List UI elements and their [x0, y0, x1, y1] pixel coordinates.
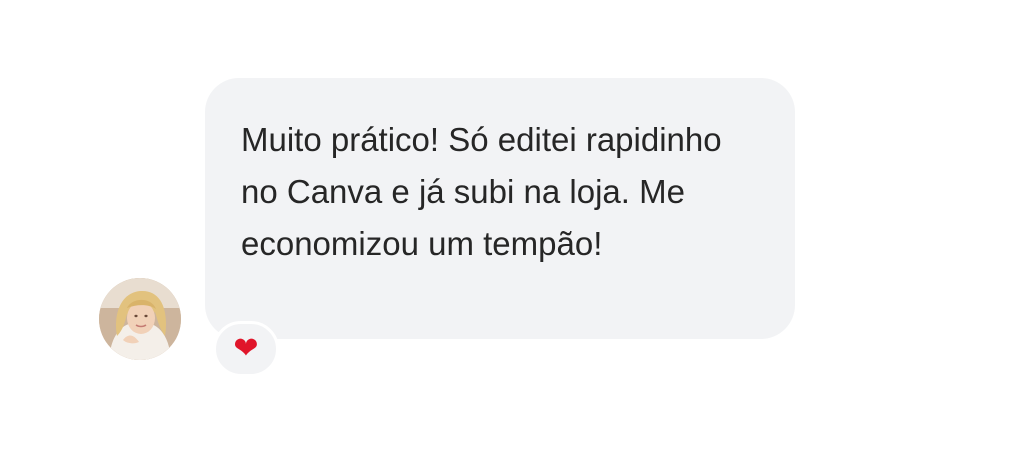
message-bubble[interactable]: Muito prático! Só editei rapidinho no Ca…	[205, 78, 795, 339]
avatar-photo	[99, 278, 181, 360]
heart-icon: ❤	[233, 331, 259, 366]
message-text: Muito prático! Só editei rapidinho no Ca…	[241, 121, 722, 262]
chat-thread: Muito prático! Só editei rapidinho no Ca…	[0, 0, 1024, 465]
avatar[interactable]	[99, 278, 181, 360]
reaction-badge[interactable]: ❤	[213, 321, 279, 377]
